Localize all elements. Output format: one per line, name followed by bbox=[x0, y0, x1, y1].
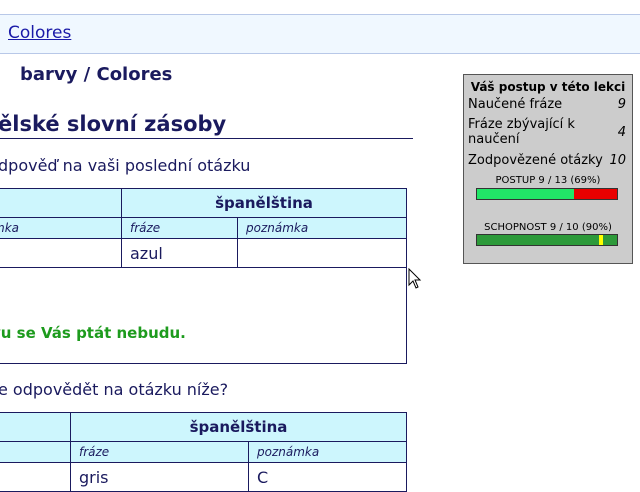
learned-row: Naučené fráze 9 bbox=[468, 97, 628, 112]
answer-note-subheader: poznámka bbox=[236, 217, 408, 239]
answered-label: Zodpovězené otázky bbox=[468, 153, 603, 168]
learned-label: Naučené fráze bbox=[468, 97, 563, 112]
question-left-cell bbox=[0, 462, 71, 492]
question-language-header: španělština bbox=[69, 412, 408, 442]
question-phrase-subheader: fráze bbox=[70, 441, 249, 463]
skill-bar-label: SCHOPNOST 9 / 10 (90%) bbox=[484, 222, 612, 233]
answer-table: španělština mka fráze poznámka azul bbox=[0, 188, 408, 268]
question-table: španělština fráze poznámka gris C bbox=[0, 412, 408, 492]
answer-table-left-header bbox=[0, 188, 122, 218]
answer-heading: dpověď na vaši poslední otázku bbox=[0, 156, 251, 175]
skill-bar bbox=[476, 234, 618, 246]
question-heading: e odpovědět na otázku níže? bbox=[0, 380, 229, 399]
section-title: ělské slovní zásoby bbox=[0, 112, 413, 139]
answer-left-subheader: mka bbox=[0, 217, 122, 239]
progress-panel: Váš postup v této lekci Naučené fráze 9 … bbox=[463, 74, 633, 264]
breadcrumb-bar: Colores bbox=[0, 14, 640, 54]
progress-bar-label: POSTUP 9 / 13 (69%) bbox=[495, 175, 601, 186]
answered-row: Zodpovězené otázky 10 bbox=[468, 153, 628, 168]
answer-language-header: španělština bbox=[120, 188, 408, 218]
remaining-label: Fráze zbývající k naučení bbox=[468, 117, 575, 147]
answered-value: 10 bbox=[609, 153, 626, 168]
result-message: vu se Vás ptát nebudu. bbox=[0, 324, 186, 342]
answer-left-cell bbox=[0, 238, 122, 268]
skill-bar-marker bbox=[599, 235, 603, 245]
progress-bar-fill bbox=[477, 189, 574, 199]
remaining-value: 4 bbox=[617, 125, 626, 140]
lesson-title: barvy / Colores bbox=[20, 64, 173, 85]
breadcrumb-link-colores[interactable]: Colores bbox=[8, 23, 71, 43]
question-phrase-cell: gris bbox=[70, 462, 249, 492]
answer-phrase-subheader: fráze bbox=[121, 217, 238, 239]
answer-phrase-cell: azul bbox=[121, 238, 238, 268]
result-box: vu se Vás ptát nebudu. bbox=[0, 268, 407, 364]
progress-bar bbox=[476, 188, 618, 200]
question-note-cell: C bbox=[247, 462, 408, 492]
remaining-row: Fráze zbývající k naučení 4 bbox=[468, 117, 628, 147]
question-left-subheader bbox=[0, 441, 71, 463]
question-table-left-header bbox=[0, 412, 71, 442]
progress-panel-title: Váš postup v této lekci bbox=[470, 80, 626, 94]
question-note-subheader: poznámka bbox=[247, 441, 408, 463]
learned-value: 9 bbox=[617, 97, 626, 112]
answer-note-cell bbox=[236, 238, 408, 268]
mouse-cursor-icon bbox=[408, 268, 422, 289]
